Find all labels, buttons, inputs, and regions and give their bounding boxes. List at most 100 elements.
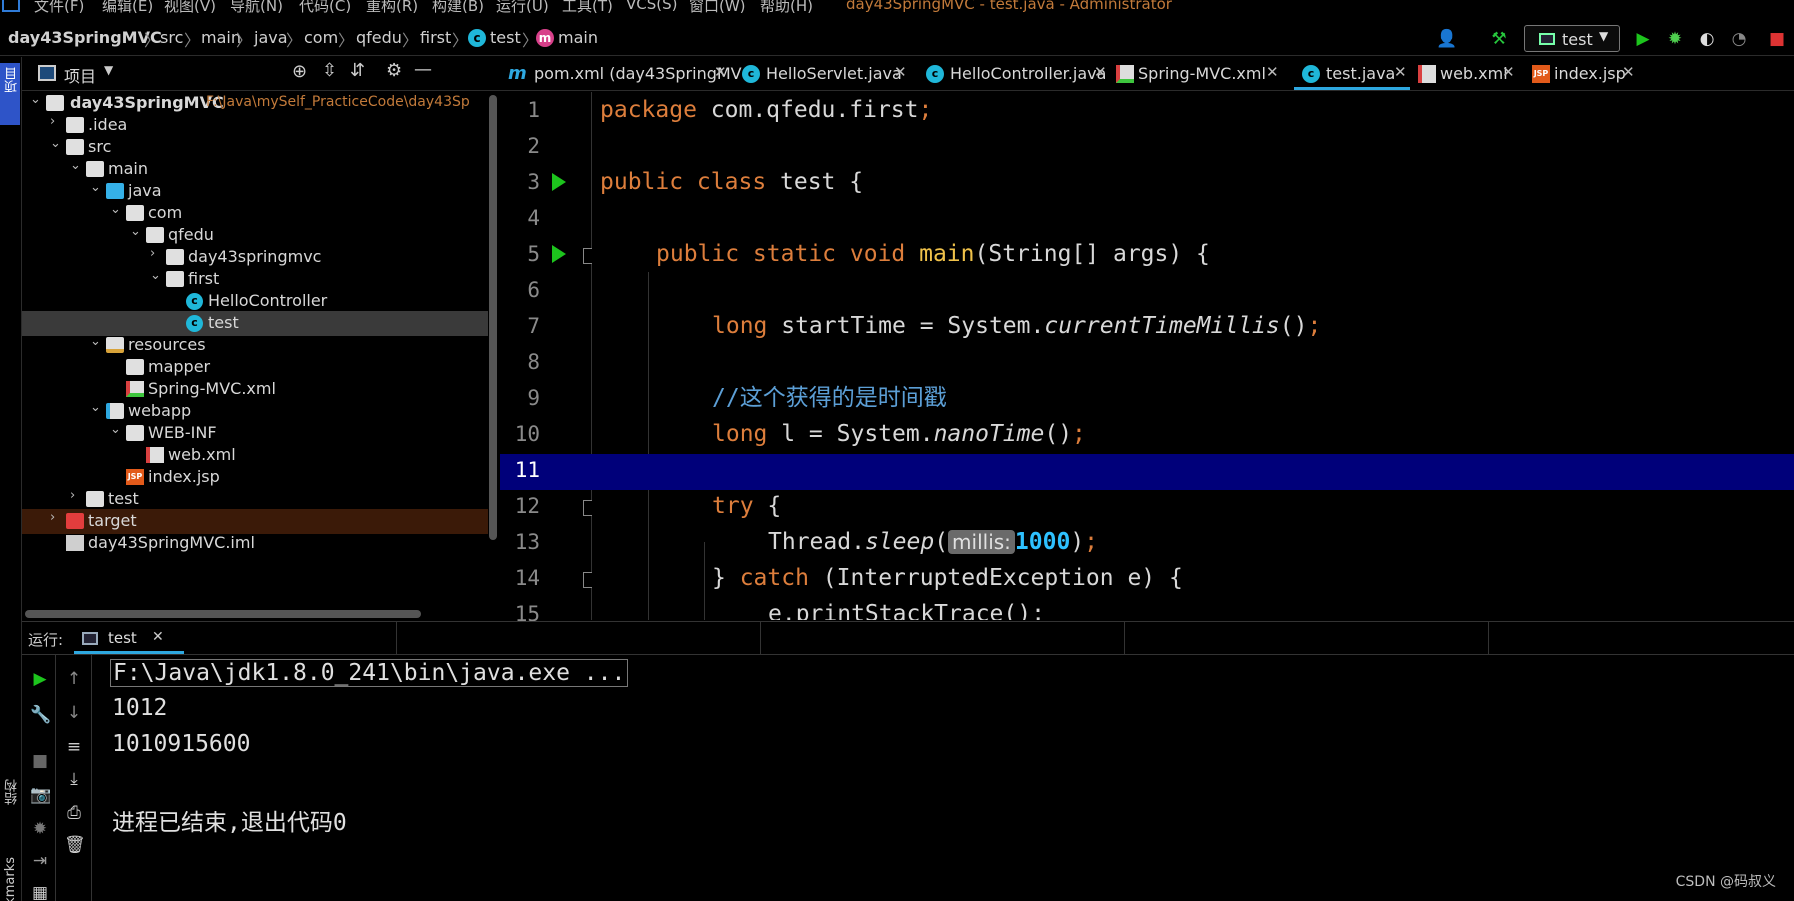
project-panel-title[interactable]: 项目 [64,63,96,87]
arrow-down-icon[interactable]: ↓ [64,703,84,723]
tree-item-label: webapp [128,401,192,420]
code-token: ( [934,529,949,555]
profile-icon[interactable]: ◔ [1728,28,1750,50]
menu-navigate[interactable]: 导航(N) [230,0,283,16]
tree-item-label: main [108,159,148,178]
line-number: 9 [527,386,540,410]
semicolon-token: ; [1084,529,1099,555]
soft-wrap-icon[interactable]: ≡ [64,737,84,757]
breadcrumb-project[interactable]: day43SpringMVC [8,28,162,47]
menu-refactor[interactable]: 重构(R) [366,0,418,16]
menu-file[interactable]: 文件(F) [34,0,84,16]
tab-pom-xml[interactable]: m pom.xml (day43SpringMVC) ✕ [506,57,759,90]
tab-index-jsp[interactable]: JSP index.jsp ✕ [1530,57,1640,90]
chevron-right-icon[interactable]: › [50,114,64,129]
gear-icon[interactable]: ⚙ [386,60,402,81]
camera-icon[interactable]: 📷 [30,785,51,805]
menu-help[interactable]: 帮助(H) [760,0,813,16]
breadcrumb-main[interactable]: main [201,28,241,47]
breadcrumb-java[interactable]: java [254,28,288,47]
run-config-select[interactable]: test ▼ [1524,25,1620,52]
print-icon[interactable]: ⎙ [64,803,84,823]
chevron-down-icon[interactable]: ▼ [104,63,113,77]
structure-tool-tab[interactable]: 结构 [3,779,22,805]
trash-icon[interactable]: 🗑 [64,835,86,855]
run-tab-label: test [108,629,137,647]
breadcrumb-com[interactable]: com [304,28,338,47]
tab-spring-mvc-xml[interactable]: Spring-MVC.xml ✕ [1114,57,1284,90]
code-line-3: public class test { [592,164,1794,200]
semicolon-token: ; [1307,313,1322,339]
chevron-down-icon[interactable]: ⌄ [90,400,104,415]
chevron-down-icon[interactable]: ⌄ [90,180,104,195]
chevron-down-icon[interactable]: ⌄ [30,92,44,107]
user-icon[interactable]: 👤 [1436,28,1458,50]
tab-hellocontroller[interactable]: c HelloController.java ✕ [924,57,1112,90]
close-icon[interactable]: ✕ [1266,63,1279,81]
chevron-down-icon[interactable]: ⌄ [130,224,144,239]
menu-window[interactable]: 窗口(W) [689,0,746,16]
stop-icon[interactable]: ■ [30,751,50,771]
locate-icon[interactable]: ⊕ [292,61,307,82]
run-console[interactable]: F:\Java\jdk1.8.0_241\bin\java.exe ... 10… [92,655,1794,901]
run-tab-test[interactable]: test ✕ [74,622,184,654]
chevron-down-icon[interactable]: ⌄ [110,422,124,437]
stop-icon[interactable]: ■ [1766,28,1788,50]
run-gutter-icon[interactable] [552,173,566,191]
chevron-down-icon[interactable]: ⌄ [70,158,84,173]
breadcrumb-qfedu[interactable]: qfedu [356,28,402,47]
menu-code[interactable]: 代码(C) [299,0,351,16]
console-line: 1010915600 [112,731,251,757]
menu-tools[interactable]: 工具(T) [562,0,613,16]
layout-icon[interactable]: ▦ [30,883,50,901]
tab-web-xml[interactable]: web.xml ✕ [1416,57,1518,90]
tab-test-java[interactable]: c test.java ✕ [1294,57,1410,90]
close-icon[interactable]: ✕ [714,63,727,81]
menu-run[interactable]: 运行(U) [496,0,549,16]
menu-view[interactable]: 视图(V) [164,0,216,16]
close-icon[interactable]: ✕ [1394,63,1407,81]
close-icon[interactable]: ✕ [894,63,907,81]
breadcrumb-method-main[interactable]: main [558,28,598,47]
chevron-right-icon[interactable]: › [70,488,84,503]
chevron-down-icon[interactable]: ⌄ [110,202,124,217]
chevron-right-icon[interactable]: › [50,510,64,525]
breadcrumb-test[interactable]: test [490,28,521,47]
code-editor[interactable]: package com.qfedu.first; public class te… [592,92,1794,620]
chevron-down-icon[interactable]: ⌄ [50,136,64,151]
menu-edit[interactable]: 编辑(E) [102,0,153,16]
expand-all-icon[interactable]: ⇳ [322,60,337,81]
run-gutter-icon[interactable] [552,245,566,263]
tab-helloservlet[interactable]: c HelloServlet.java ✕ [740,57,910,90]
close-icon[interactable]: ✕ [1502,63,1515,81]
scroll-to-end-icon[interactable]: ⤓ [64,769,84,789]
exit-icon[interactable]: ⇥ [30,851,50,871]
menu-build[interactable]: 构建(B) [432,0,484,16]
close-icon[interactable]: ✕ [1094,63,1107,81]
breadcrumb-first[interactable]: first [420,28,451,47]
minimize-icon[interactable]: — [414,59,432,80]
collapse-all-icon[interactable]: ⇵ [350,60,365,81]
arrow-up-icon[interactable]: ↑ [64,669,84,689]
code-line-13: Thread.sleep(millis: 1000); [592,524,1794,560]
project-tool-tab[interactable]: 项目 [0,63,20,125]
chevron-down-icon[interactable]: ⌄ [150,268,164,283]
close-icon[interactable]: ✕ [152,629,164,645]
project-tree-vertical-scrollbar[interactable] [489,95,497,540]
tree-item-label: day43SpringMVC [70,93,224,112]
chevron-right-icon[interactable]: › [150,246,164,261]
chevron-down-icon[interactable]: ⌄ [90,334,104,349]
bookmarks-tool-tab[interactable]: kmarks [3,857,18,901]
project-tree-horizontal-scrollbar[interactable] [25,610,421,618]
hammer-icon[interactable]: ⚒ [1488,28,1510,50]
debug-icon[interactable]: ✹ [1664,28,1686,50]
debug-icon[interactable]: ✹ [30,819,50,839]
tree-item-iml[interactable]: day43SpringMVC.iml [22,531,488,556]
close-icon[interactable]: ✕ [1622,63,1635,81]
menu-vcs[interactable]: VCS(S) [626,0,677,13]
breadcrumb-src[interactable]: src [160,28,183,47]
rerun-icon[interactable]: ▶ [30,669,50,689]
coverage-icon[interactable]: ◐ [1696,28,1718,50]
wrench-icon[interactable]: 🔧 [30,705,51,725]
run-icon[interactable]: ▶ [1632,28,1654,50]
